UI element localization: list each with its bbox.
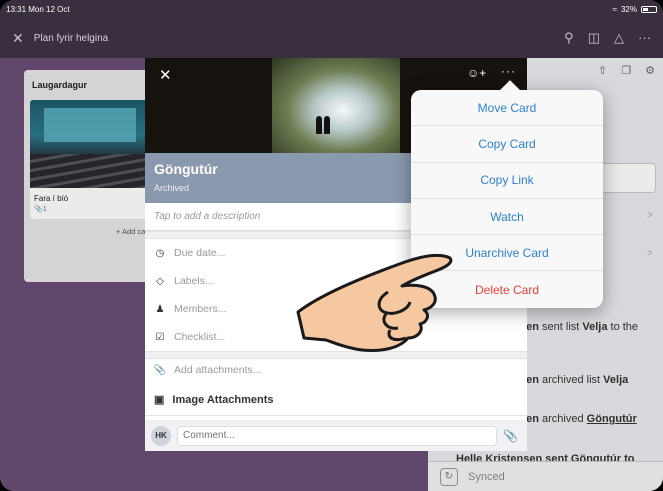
add-member-icon[interactable]: ☺+: [467, 66, 486, 80]
status-time: 13:31: [6, 4, 27, 14]
image-attachments-label: Image Attachments: [172, 393, 274, 406]
copy-link-item[interactable]: Copy Link: [411, 163, 603, 199]
comment-bar: HK 📎: [145, 420, 527, 451]
move-card-item[interactable]: Move Card: [411, 90, 603, 127]
ipad-screen: 13:31 Mon 12 Oct ≈ 32% ✕ Plan fyrir helg…: [0, 0, 663, 491]
close-card-icon[interactable]: ✕: [159, 66, 172, 84]
board-view-icon[interactable]: ◫: [588, 30, 600, 46]
battery-level: 32%: [620, 4, 637, 14]
watch-item[interactable]: Watch: [411, 199, 603, 236]
board-title: Plan fyrir helgina: [33, 32, 109, 44]
person-icon: ♟: [155, 303, 165, 315]
image-icon: ▣: [154, 394, 165, 406]
more-options-icon[interactable]: ···: [638, 30, 651, 46]
battery-icon: [641, 5, 657, 13]
checkbox-icon: ☑: [155, 331, 165, 343]
close-board-icon[interactable]: ✕: [12, 30, 24, 47]
paperclip-icon: 📎: [153, 364, 167, 376]
card-more-icon[interactable]: ···: [501, 64, 516, 78]
status-bar: 13:31 Mon 12 Oct ≈ 32%: [0, 0, 663, 18]
pointing-hand-icon: [296, 253, 453, 352]
notifications-icon[interactable]: △: [614, 30, 624, 46]
search-icon[interactable]: ⚲: [564, 30, 574, 46]
labels-label: Labels...: [174, 275, 214, 287]
members-label: Members...: [174, 303, 227, 315]
checklist-label: Checklist...: [174, 331, 226, 343]
tag-icon: ◇: [156, 275, 164, 287]
add-attachments-field[interactable]: 📎 Add attachments...: [145, 356, 527, 384]
card-cover-photo: [272, 58, 400, 153]
wifi-icon: ≈: [612, 4, 617, 14]
status-date: Mon 12 Oct: [28, 4, 70, 14]
image-attachments-section[interactable]: ▣ Image Attachments: [145, 384, 527, 416]
board-header: ✕ Plan fyrir helgina ⚲ ◫ △ ···: [0, 18, 663, 58]
due-date-label: Due date...: [174, 247, 226, 259]
add-attachments-label: Add attachments...: [174, 364, 262, 376]
attach-comment-icon[interactable]: 📎: [503, 429, 518, 443]
clock-icon: ◷: [155, 247, 165, 259]
comment-input[interactable]: [177, 425, 497, 446]
avatar: HK: [151, 425, 171, 446]
copy-card-item[interactable]: Copy Card: [411, 126, 603, 163]
